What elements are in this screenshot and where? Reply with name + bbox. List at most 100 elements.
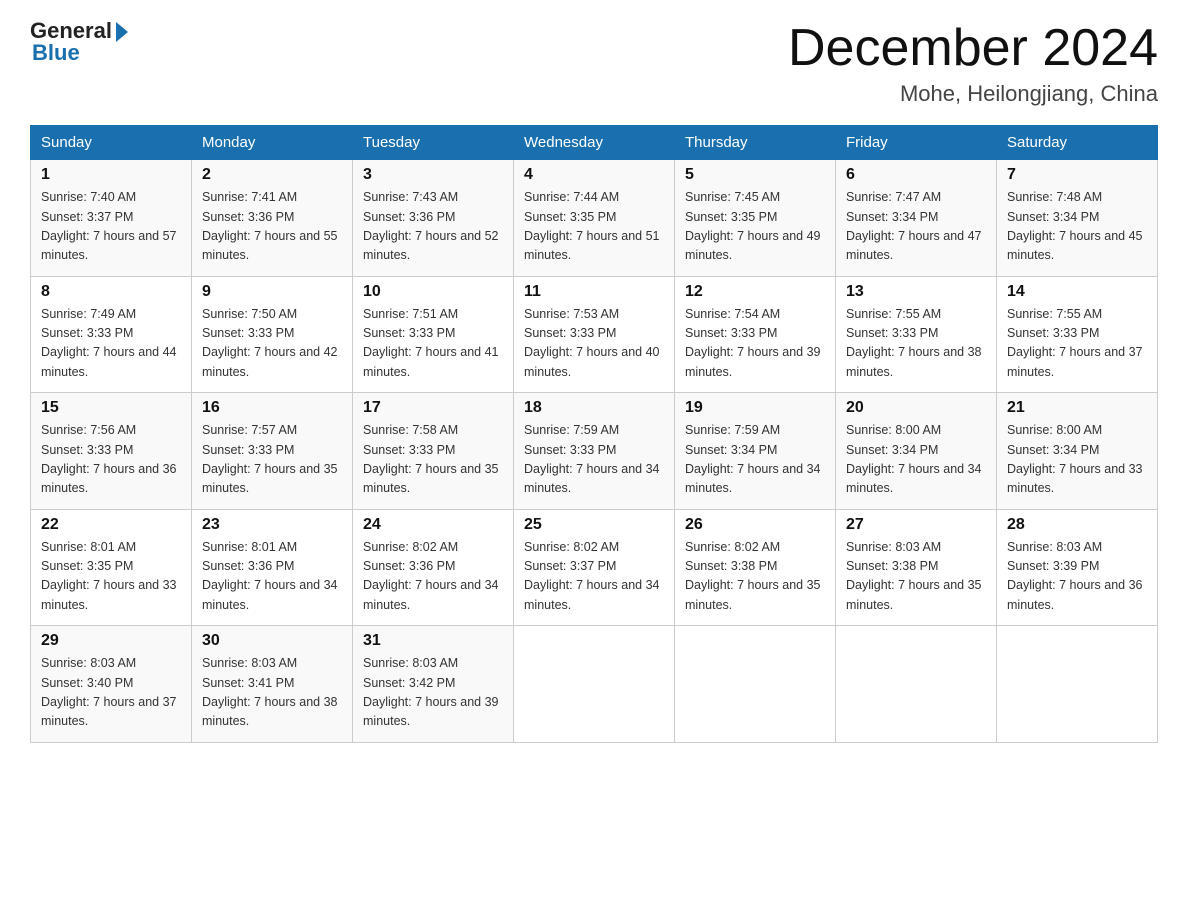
day-header-tuesday: Tuesday <box>353 126 514 160</box>
calendar-week-row: 15 Sunrise: 7:56 AMSunset: 3:33 PMDayligh… <box>31 393 1158 510</box>
day-number: 23 <box>202 516 342 534</box>
day-number: 27 <box>846 516 986 534</box>
day-header-friday: Friday <box>836 126 997 160</box>
calendar-week-row: 22 Sunrise: 8:01 AMSunset: 3:35 PMDayligh… <box>31 509 1158 626</box>
day-info: Sunrise: 7:57 AMSunset: 3:33 PMDaylight:… <box>202 421 342 499</box>
day-info: Sunrise: 8:01 AMSunset: 3:35 PMDaylight:… <box>41 538 181 616</box>
day-number: 3 <box>363 166 503 184</box>
calendar-cell: 1Sunrise: 7:40 AMSunset: 3:37 PMDaylight… <box>31 160 192 277</box>
day-number: 12 <box>685 283 825 301</box>
day-number: 9 <box>202 283 342 301</box>
day-info: Sunrise: 8:03 AMSunset: 3:38 PMDaylight:… <box>846 538 986 616</box>
day-info: Sunrise: 7:50 AMSunset: 3:33 PMDaylight:… <box>202 305 342 383</box>
calendar-cell: 4 Sunrise: 7:44 AMSunset: 3:35 PMDaylight… <box>514 160 675 277</box>
day-info: Sunrise: 7:58 AMSunset: 3:33 PMDaylight:… <box>363 421 503 499</box>
calendar-week-row: 1Sunrise: 7:40 AMSunset: 3:37 PMDaylight… <box>31 160 1158 277</box>
day-number: 17 <box>363 399 503 417</box>
calendar-week-row: 29Sunrise: 8:03 AMSunset: 3:40 PMDayligh… <box>31 626 1158 743</box>
calendar-cell: 28Sunrise: 8:03 AMSunset: 3:39 PMDayligh… <box>997 509 1158 626</box>
day-number: 19 <box>685 399 825 417</box>
day-info: Sunrise: 7:55 AMSunset: 3:33 PMDaylight:… <box>1007 305 1147 383</box>
calendar-cell: 5 Sunrise: 7:45 AMSunset: 3:35 PMDaylight… <box>675 160 836 277</box>
day-number: 22 <box>41 516 181 534</box>
day-number: 14 <box>1007 283 1147 301</box>
calendar-cell: 15 Sunrise: 7:56 AMSunset: 3:33 PMDayligh… <box>31 393 192 510</box>
day-number: 20 <box>846 399 986 417</box>
day-number: 8 <box>41 283 181 301</box>
calendar-cell: 10Sunrise: 7:51 AMSunset: 3:33 PMDayligh… <box>353 276 514 393</box>
day-info: Sunrise: 7:44 AMSunset: 3:35 PMDaylight:… <box>524 188 664 266</box>
day-number: 2 <box>202 166 342 184</box>
calendar-cell: 20 Sunrise: 8:00 AMSunset: 3:34 PMDayligh… <box>836 393 997 510</box>
day-header-monday: Monday <box>192 126 353 160</box>
calendar-cell: 13 Sunrise: 7:55 AMSunset: 3:33 PMDayligh… <box>836 276 997 393</box>
day-info: Sunrise: 7:45 AMSunset: 3:35 PMDaylight:… <box>685 188 825 266</box>
day-info: Sunrise: 8:02 AMSunset: 3:37 PMDaylight:… <box>524 538 664 616</box>
day-number: 26 <box>685 516 825 534</box>
day-info: Sunrise: 8:02 AMSunset: 3:36 PMDaylight:… <box>363 538 503 616</box>
day-number: 21 <box>1007 399 1147 417</box>
month-year-title: December 2024 <box>788 20 1158 77</box>
calendar-cell <box>514 626 675 743</box>
day-info: Sunrise: 8:03 AMSunset: 3:42 PMDaylight:… <box>363 654 503 732</box>
day-info: Sunrise: 7:59 AMSunset: 3:33 PMDaylight:… <box>524 421 664 499</box>
calendar-cell: 14 Sunrise: 7:55 AMSunset: 3:33 PMDayligh… <box>997 276 1158 393</box>
calendar-cell: 25 Sunrise: 8:02 AMSunset: 3:37 PMDayligh… <box>514 509 675 626</box>
logo-general-text: General <box>30 20 112 42</box>
calendar-cell: 12 Sunrise: 7:54 AMSunset: 3:33 PMDayligh… <box>675 276 836 393</box>
calendar-cell <box>675 626 836 743</box>
calendar-cell: 18Sunrise: 7:59 AMSunset: 3:33 PMDayligh… <box>514 393 675 510</box>
day-number: 1 <box>41 166 181 184</box>
day-number: 15 <box>41 399 181 417</box>
header: General Blue December 2024 Mohe, Heilong… <box>30 20 1158 107</box>
calendar-cell: 11Sunrise: 7:53 AMSunset: 3:33 PMDayligh… <box>514 276 675 393</box>
calendar-cell: 17 Sunrise: 7:58 AMSunset: 3:33 PMDayligh… <box>353 393 514 510</box>
day-number: 25 <box>524 516 664 534</box>
day-info: Sunrise: 7:56 AMSunset: 3:33 PMDaylight:… <box>41 421 181 499</box>
calendar-cell: 19 Sunrise: 7:59 AMSunset: 3:34 PMDayligh… <box>675 393 836 510</box>
day-info: Sunrise: 7:43 AMSunset: 3:36 PMDaylight:… <box>363 188 503 266</box>
calendar-cell: 31 Sunrise: 8:03 AMSunset: 3:42 PMDayligh… <box>353 626 514 743</box>
day-number: 24 <box>363 516 503 534</box>
day-info: Sunrise: 8:01 AMSunset: 3:36 PMDaylight:… <box>202 538 342 616</box>
day-info: Sunrise: 8:03 AMSunset: 3:39 PMDaylight:… <box>1007 538 1147 616</box>
day-info: Sunrise: 8:02 AMSunset: 3:38 PMDaylight:… <box>685 538 825 616</box>
day-number: 13 <box>846 283 986 301</box>
calendar-week-row: 8 Sunrise: 7:49 AMSunset: 3:33 PMDaylight… <box>31 276 1158 393</box>
day-info: Sunrise: 7:47 AMSunset: 3:34 PMDaylight:… <box>846 188 986 266</box>
day-header-saturday: Saturday <box>997 126 1158 160</box>
calendar-cell: 3 Sunrise: 7:43 AMSunset: 3:36 PMDaylight… <box>353 160 514 277</box>
calendar-cell: 6 Sunrise: 7:47 AMSunset: 3:34 PMDaylight… <box>836 160 997 277</box>
calendar-cell: 22 Sunrise: 8:01 AMSunset: 3:35 PMDayligh… <box>31 509 192 626</box>
day-info: Sunrise: 8:03 AMSunset: 3:41 PMDaylight:… <box>202 654 342 732</box>
day-info: Sunrise: 8:00 AMSunset: 3:34 PMDaylight:… <box>846 421 986 499</box>
day-number: 7 <box>1007 166 1147 184</box>
day-number: 5 <box>685 166 825 184</box>
day-info: Sunrise: 7:59 AMSunset: 3:34 PMDaylight:… <box>685 421 825 499</box>
calendar-cell: 7Sunrise: 7:48 AMSunset: 3:34 PMDaylight… <box>997 160 1158 277</box>
calendar-cell: 29Sunrise: 8:03 AMSunset: 3:40 PMDayligh… <box>31 626 192 743</box>
calendar-table: SundayMondayTuesdayWednesdayThursdayFrid… <box>30 125 1158 743</box>
calendar-cell: 23 Sunrise: 8:01 AMSunset: 3:36 PMDayligh… <box>192 509 353 626</box>
day-number: 6 <box>846 166 986 184</box>
day-header-sunday: Sunday <box>31 126 192 160</box>
location-subtitle: Mohe, Heilongjiang, China <box>788 81 1158 107</box>
day-info: Sunrise: 8:00 AMSunset: 3:34 PMDaylight:… <box>1007 421 1147 499</box>
day-info: Sunrise: 7:53 AMSunset: 3:33 PMDaylight:… <box>524 305 664 383</box>
day-info: Sunrise: 7:49 AMSunset: 3:33 PMDaylight:… <box>41 305 181 383</box>
logo-blue-text: Blue <box>30 40 80 66</box>
day-info: Sunrise: 7:51 AMSunset: 3:33 PMDaylight:… <box>363 305 503 383</box>
day-number: 29 <box>41 632 181 650</box>
day-info: Sunrise: 7:55 AMSunset: 3:33 PMDaylight:… <box>846 305 986 383</box>
calendar-cell: 16Sunrise: 7:57 AMSunset: 3:33 PMDayligh… <box>192 393 353 510</box>
logo: General Blue <box>30 20 128 66</box>
day-number: 31 <box>363 632 503 650</box>
calendar-cell: 9 Sunrise: 7:50 AMSunset: 3:33 PMDaylight… <box>192 276 353 393</box>
logo-arrow-icon <box>116 22 128 42</box>
day-number: 4 <box>524 166 664 184</box>
day-info: Sunrise: 7:54 AMSunset: 3:33 PMDaylight:… <box>685 305 825 383</box>
calendar-cell <box>836 626 997 743</box>
calendar-cell: 8 Sunrise: 7:49 AMSunset: 3:33 PMDaylight… <box>31 276 192 393</box>
day-info: Sunrise: 7:41 AMSunset: 3:36 PMDaylight:… <box>202 188 342 266</box>
calendar-cell: 2 Sunrise: 7:41 AMSunset: 3:36 PMDaylight… <box>192 160 353 277</box>
